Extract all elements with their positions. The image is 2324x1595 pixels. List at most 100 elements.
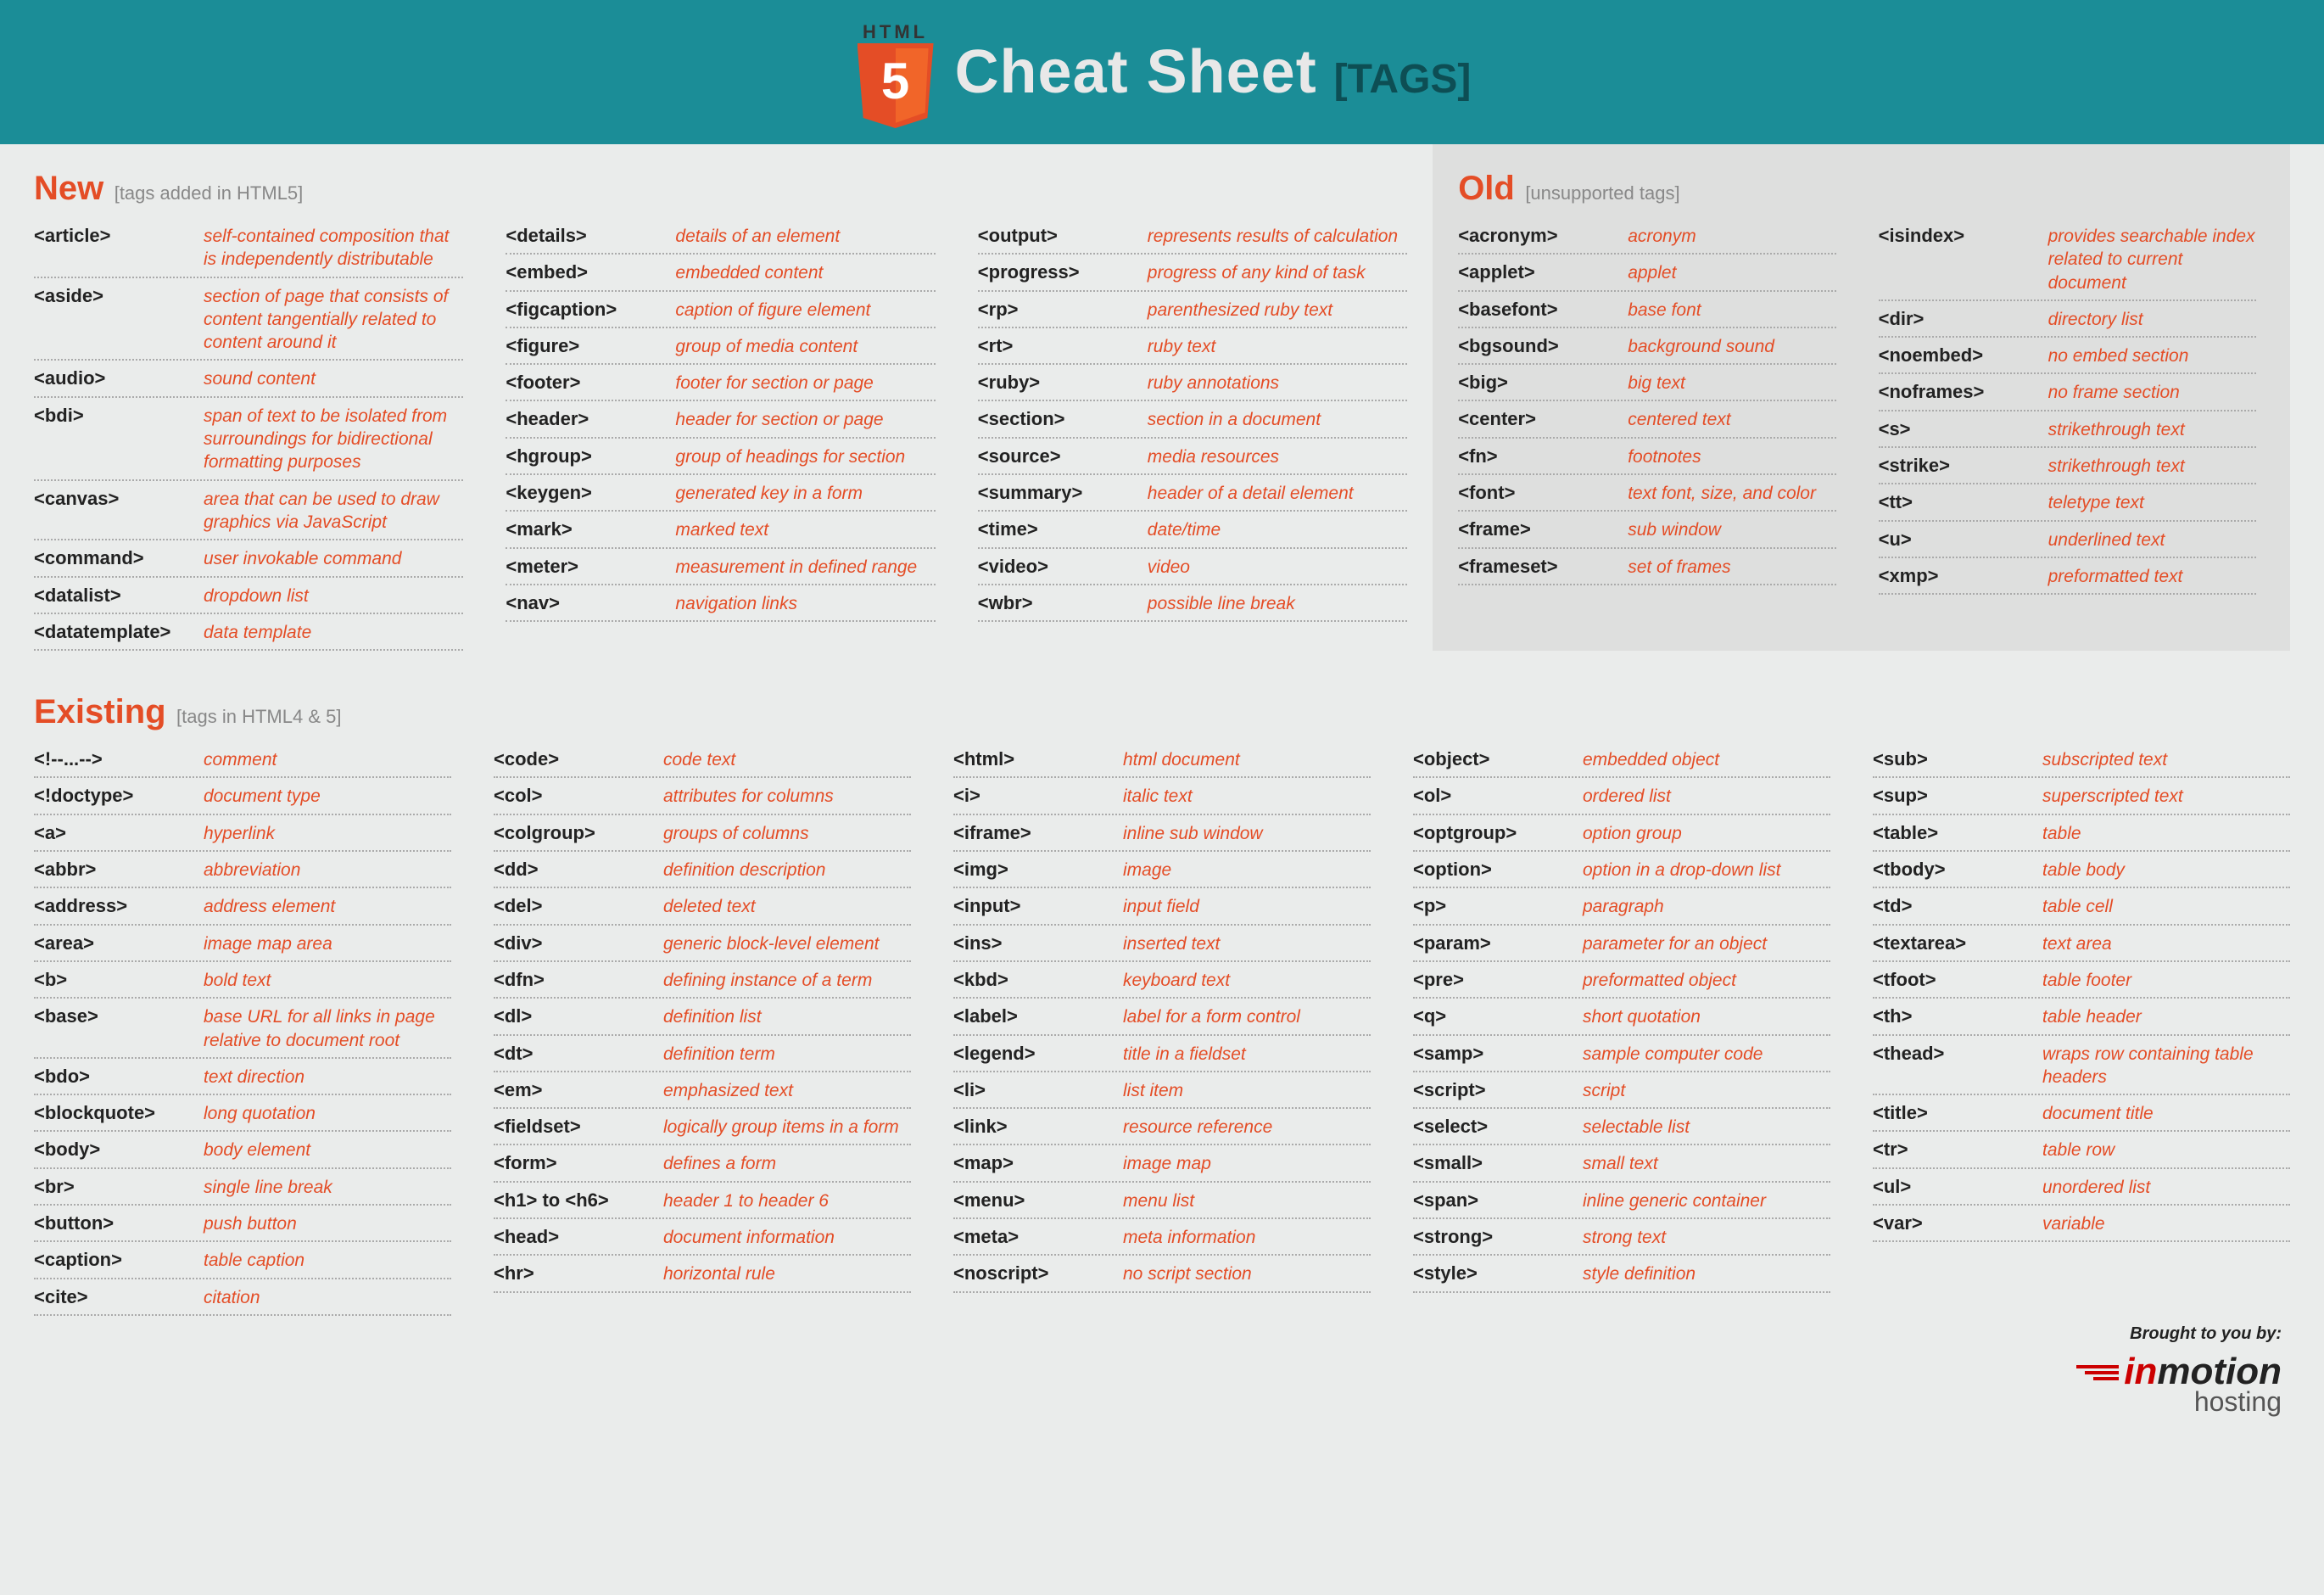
tag-entry: <object> embedded object <box>1413 748 1830 778</box>
section-new-head: New [tags added in HTML5] <box>34 170 1407 208</box>
tag-name: <aside> <box>34 285 195 307</box>
tag-name: <table> <box>1873 822 2034 844</box>
tag-entry: <optgroup>option group <box>1413 815 1830 852</box>
tag-name: <mark> <box>506 518 667 540</box>
tag-entry: <canvas>area that can be used to draw gr… <box>34 481 463 541</box>
tag-desc: single line break <box>204 1176 451 1199</box>
tag-desc: document title <box>2042 1102 2290 1125</box>
tag-desc: table footer <box>2042 969 2290 992</box>
tag-desc: image map area <box>204 932 451 955</box>
tag-name: <nav> <box>506 592 667 614</box>
tag-entry: <cite> citation <box>34 1279 451 1316</box>
tag-desc: big text <box>1628 372 1835 395</box>
tag-desc: sound content <box>204 367 463 390</box>
tag-desc: data template <box>204 621 463 644</box>
tag-desc: span of text to be isolated from surroun… <box>204 405 463 474</box>
tag-entry: <input>input field <box>953 888 1371 925</box>
tag-desc: strikethrough text <box>2048 455 2256 478</box>
tag-name: <font> <box>1458 482 1619 504</box>
tag-name: <dd> <box>494 859 655 881</box>
tag-name: <tt> <box>1879 491 2040 513</box>
tag-name: <time> <box>978 518 1139 540</box>
tag-desc: acronym <box>1628 225 1835 248</box>
tag-entry: <s>strikethrough text <box>1879 411 2256 448</box>
tag-name: <h1> to <h6> <box>494 1189 655 1212</box>
tag-entry: <details>details of an element <box>506 225 935 255</box>
tag-name: <s> <box>1879 418 2040 440</box>
tag-name: <tfoot> <box>1873 969 2034 991</box>
tag-desc: subscripted text <box>2042 748 2290 771</box>
tag-name: <embed> <box>506 261 667 283</box>
tag-desc: parameter for an object <box>1583 932 1830 955</box>
tag-entry: <span>inline generic container <box>1413 1183 1830 1219</box>
tag-entry: <dl>definition list <box>494 999 911 1035</box>
tag-name: <tbody> <box>1873 859 2034 881</box>
tag-desc: keyboard text <box>1123 969 1371 992</box>
tag-desc: unordered list <box>2042 1176 2290 1199</box>
tag-desc: self-contained composition that is indep… <box>204 225 463 271</box>
tag-entry: <datalist>dropdown list <box>34 578 463 614</box>
tag-entry: <bgsound>background sound <box>1458 328 1835 365</box>
tag-entry: <colgroup>groups of columns <box>494 815 911 852</box>
tag-desc: paragraph <box>1583 895 1830 918</box>
tag-entry: <figcaption>caption of figure element <box>506 292 935 328</box>
tag-name: <optgroup> <box>1413 822 1574 844</box>
tag-name: <body> <box>34 1139 195 1161</box>
tag-desc: measurement in defined range <box>675 556 935 579</box>
tag-entry: <col>attributes for columns <box>494 778 911 814</box>
tag-desc: ordered list <box>1583 785 1830 808</box>
tag-name: <basefont> <box>1458 299 1619 321</box>
tag-name: <form> <box>494 1152 655 1174</box>
tag-name: <style> <box>1413 1262 1574 1284</box>
tag-desc: citation <box>204 1286 451 1309</box>
tag-name: <cite> <box>34 1286 195 1308</box>
tag-entry: <output>represents results of calculatio… <box>978 225 1407 255</box>
section-existing-head: Existing [tags in HTML4 & 5] <box>34 693 2290 731</box>
tag-entry: <kbd> keyboard text <box>953 962 1371 999</box>
tag-name: <dl> <box>494 1005 655 1027</box>
tag-name: <var> <box>1873 1212 2034 1234</box>
tag-entry: <!--...-->comment <box>34 748 451 778</box>
tag-entry: <section>section in a document <box>978 401 1407 438</box>
tag-name: <dt> <box>494 1043 655 1065</box>
tag-desc: logically group items in a form <box>663 1116 911 1139</box>
tag-entry: <a>hyperlink <box>34 815 451 852</box>
tag-name: <small> <box>1413 1152 1574 1174</box>
tag-name: <kbd> <box>953 969 1115 991</box>
tag-entry: <ins>inserted text <box>953 926 1371 962</box>
tag-name: <ol> <box>1413 785 1574 807</box>
logo-text: HTML <box>853 21 938 43</box>
brought-by: Brought to you by: <box>2076 1324 2282 1344</box>
tag-entry: <rp>parenthesized ruby text <box>978 292 1407 328</box>
tag-desc: group of media content <box>675 335 935 358</box>
tag-entry: <button> push button <box>34 1206 451 1242</box>
tag-entry: <textarea>text area <box>1873 926 2290 962</box>
tag-entry: <strong>strong text <box>1413 1219 1830 1256</box>
tag-desc: table <box>2042 822 2290 845</box>
tag-desc: footnotes <box>1628 445 1835 468</box>
tag-desc: generic block-level element <box>663 932 911 955</box>
tag-name: <progress> <box>978 261 1139 283</box>
tag-desc: list item <box>1123 1079 1371 1102</box>
tag-desc: menu list <box>1123 1189 1371 1212</box>
tag-desc: push button <box>204 1212 451 1235</box>
logo-number: 5 <box>858 52 934 110</box>
section-new: New [tags added in HTML5] <article>self-… <box>34 170 1433 651</box>
tag-desc: option in a drop-down list <box>1583 859 1830 881</box>
tag-name: <caption> <box>34 1249 195 1271</box>
tag-desc: embedded object <box>1583 748 1830 771</box>
tag-entry: <tbody>table body <box>1873 852 2290 888</box>
new-col: <details>details of an element<embed>emb… <box>506 225 935 651</box>
tag-name: <button> <box>34 1212 195 1234</box>
tag-name: <figure> <box>506 335 667 357</box>
tag-name: <applet> <box>1458 261 1619 283</box>
tag-name: <center> <box>1458 408 1619 430</box>
tag-entry: <bdi>span of text to be isolated from su… <box>34 398 463 481</box>
tag-desc: table row <box>2042 1139 2290 1161</box>
tag-desc: html document <box>1123 748 1371 771</box>
tag-entry: <dt>definition term <box>494 1036 911 1072</box>
tag-desc: details of an element <box>675 225 935 248</box>
tag-name: <object> <box>1413 748 1574 770</box>
tag-desc: applet <box>1628 261 1835 284</box>
tag-entry: <legend>title in a fieldset <box>953 1036 1371 1072</box>
